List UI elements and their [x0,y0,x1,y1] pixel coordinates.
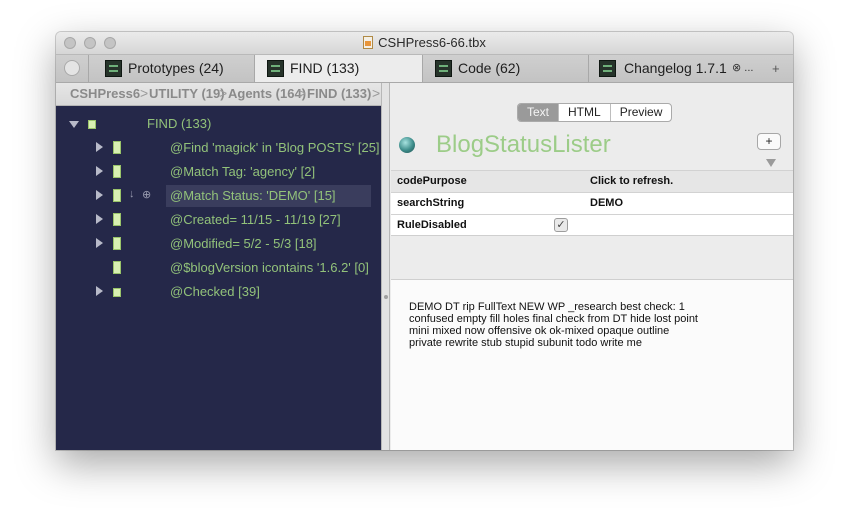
attribute-table: codePurpose Click to refresh. searchStri… [391,170,793,236]
tab-bar: Prototypes (24) FIND (133) Code (62) Cha… [56,55,793,83]
note-icon [88,120,96,129]
add-tab-button[interactable]: + [772,55,780,82]
note-text-editor[interactable]: DEMO DT rip FullText NEW WP _research be… [391,279,793,450]
disclosure-closed-icon[interactable] [96,142,103,152]
tab-changelog-icon [599,60,616,77]
note-icon [113,141,121,154]
attribute-row[interactable]: RuleDisabled ✓ [391,214,793,236]
breadcrumb-item[interactable]: CSHPress6 [70,86,140,101]
app-window: CSHPress6-66.tbx Prototypes (24) FIND (1… [56,32,793,450]
tree-row[interactable]: @Find 'magick' in 'Blog POSTS' [25] [56,137,381,159]
tree-row[interactable]: @Checked [39] [56,281,381,303]
text-line: mini mixed now offensive ok ok-mixed opa… [409,325,670,337]
rule-disabled-checkbox[interactable]: ✓ [554,218,568,232]
breadcrumb-item[interactable]: Agents (164) [228,86,306,101]
tree-row-label: @Find 'magick' in 'Blog POSTS' [25] [170,140,380,155]
note-icon [113,165,121,178]
pane-splitter[interactable] [381,83,390,450]
tab-prototypes-icon [105,60,122,77]
tab-changelog-close-icon[interactable]: ⊗ ... [732,55,753,82]
disclosure-closed-icon[interactable] [96,166,103,176]
note-icon [113,237,121,250]
view-mode-preview-button[interactable]: Preview [609,104,672,121]
splitter-grip-icon [384,295,388,299]
disclosure-closed-icon[interactable] [96,190,103,200]
tab-prototypes[interactable]: Prototypes (24) [88,55,254,82]
note-icon [113,213,121,226]
tab-changelog-label: Changelog 1.7.1 [624,60,727,76]
attribute-value[interactable]: Click to refresh. [590,175,673,187]
document-icon [363,36,374,49]
breadcrumb-item[interactable]: FIND (133) [307,86,371,101]
add-attribute-button[interactable]: + [757,133,781,150]
disclosure-closed-icon[interactable] [96,286,103,296]
attribute-row[interactable]: searchString DEMO [391,192,793,214]
tree-row[interactable]: @Created= 11/15 - 11/19 [27] [56,209,381,231]
tab-bar-circle-button[interactable] [64,60,80,76]
tree-row-label: @Match Tag: 'agency' [2] [170,164,316,179]
tab-code-label: Code (62) [458,60,521,76]
disclosure-closed-icon[interactable] [96,214,103,224]
attribute-key: codePurpose [397,175,467,187]
outline-view: FIND (133) @Find 'magick' in 'Blog POSTS… [56,106,381,450]
note-text-body: DEMO DT rip FullText NEW WP _research be… [409,301,769,349]
tab-prototypes-label: Prototypes (24) [128,60,224,76]
note-pane: Text HTML Preview BlogStatusLister + cod… [391,83,793,450]
tree-row[interactable]: @$blogVersion icontains '1.6.2' [0] [56,257,381,279]
tab-find-icon [267,60,284,77]
breadcrumb-separator-icon: > [298,85,307,101]
tree-row-label: @Checked [39] [170,284,260,299]
note-title[interactable]: BlogStatusLister [436,131,611,159]
tree-row[interactable]: @Match Tag: 'agency' [2] [56,161,381,183]
note-icon [113,189,121,202]
attribute-key: searchString [397,197,465,209]
tab-changelog[interactable]: Changelog 1.7.1 ⊗ ... [588,55,764,82]
tree-row[interactable]: FIND (133) [56,113,381,135]
expand-attributes-icon[interactable] [766,159,776,167]
window-title: CSHPress6-66.tbx [56,35,793,50]
text-line: confused empty fill holes final check fr… [409,313,698,325]
tree-row-label: @Match Status: 'DEMO' [15] [170,188,336,203]
disclosure-closed-icon[interactable] [96,238,103,248]
tab-find-label: FIND (133) [290,60,360,76]
breadcrumb: CSHPress6 > UTILITY (19) > Agents (164) … [56,83,381,106]
tree-row-label: @Created= 11/15 - 11/19 [27] [170,212,341,227]
note-icon [113,261,121,274]
tree-row-label: @Modified= 5/2 - 5/3 [18] [170,236,317,251]
tab-find[interactable]: FIND (133) [254,55,422,82]
breadcrumb-separator-icon: > [140,85,149,101]
window-title-text: CSHPress6-66.tbx [378,35,486,50]
attribute-row[interactable]: codePurpose Click to refresh. [391,170,793,192]
pin-down-icon: ↓ [129,188,135,200]
tree-row-label: @$blogVersion icontains '1.6.2' [0] [170,260,369,275]
add-circle-icon[interactable]: ⊕ [142,188,151,201]
view-mode-text-button[interactable]: Text [518,104,559,121]
tree-row-label: FIND (133) [147,116,212,131]
note-badge-icon [399,137,415,153]
tab-code-icon [435,60,452,77]
view-mode-control: Text HTML Preview [517,103,673,122]
note-icon [113,288,121,297]
breadcrumb-separator-icon: > [219,85,228,101]
text-line: DEMO DT rip FullText NEW WP _research be… [409,301,685,313]
view-mode-html-button[interactable]: HTML [558,104,610,121]
attribute-value[interactable]: DEMO [590,197,623,209]
text-line: private rewrite stub stupid subunit todo… [409,337,642,349]
title-bar: CSHPress6-66.tbx [56,32,793,55]
disclosure-open-icon[interactable] [69,121,79,128]
tree-row[interactable]: @Modified= 5/2 - 5/3 [18] [56,233,381,255]
attribute-key: RuleDisabled [397,219,467,231]
breadcrumb-separator-icon: > [372,85,381,101]
tree-row-selected[interactable]: ↓ ⊕ @Match Status: 'DEMO' [15] [56,185,381,207]
breadcrumb-item[interactable]: UTILITY (19) [149,86,225,101]
tab-code[interactable]: Code (62) [422,55,588,82]
